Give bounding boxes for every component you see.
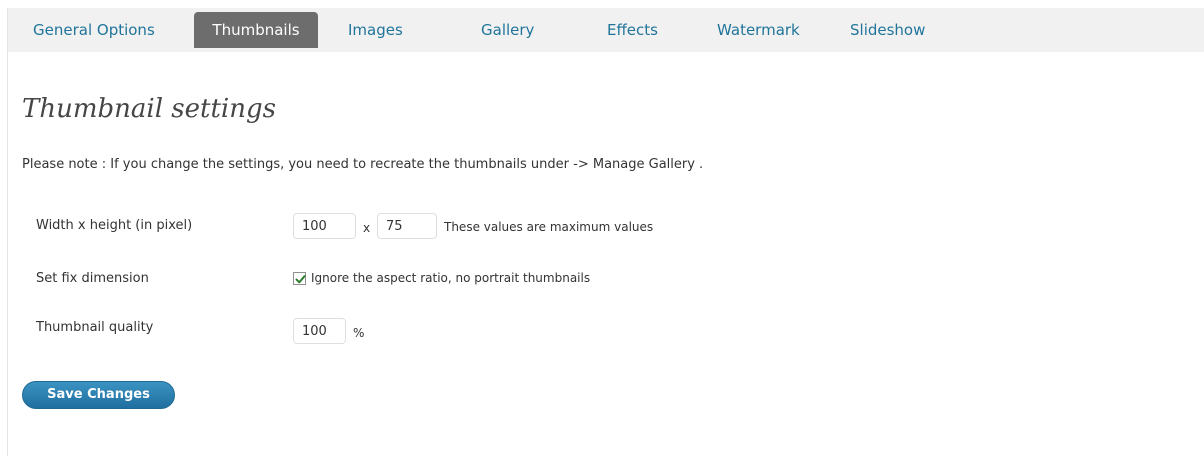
tab-general-options[interactable]: General Options bbox=[33, 12, 155, 48]
check-icon bbox=[295, 275, 306, 284]
tab-slideshow[interactable]: Slideshow bbox=[850, 12, 925, 48]
tab-thumbnails[interactable]: Thumbnails bbox=[194, 12, 318, 48]
tab-images[interactable]: Images bbox=[348, 12, 403, 48]
settings-note: Please note : If you change the settings… bbox=[22, 157, 704, 172]
fix-dimension-checkbox[interactable] bbox=[293, 272, 306, 285]
page-title: Thumbnail settings bbox=[22, 94, 276, 124]
tab-effects[interactable]: Effects bbox=[607, 12, 658, 48]
size-separator: x bbox=[363, 221, 371, 235]
fix-dimension-label: Set fix dimension bbox=[36, 271, 149, 286]
tab-bar: General Options Thumbnails Images Galler… bbox=[8, 8, 1204, 52]
height-input[interactable] bbox=[377, 213, 437, 239]
save-changes-button[interactable]: Save Changes bbox=[22, 381, 175, 409]
settings-page: General Options Thumbnails Images Galler… bbox=[0, 0, 1204, 456]
quality-unit: % bbox=[353, 326, 365, 340]
width-input[interactable] bbox=[293, 213, 356, 239]
tab-gallery[interactable]: Gallery bbox=[481, 12, 534, 48]
quality-input[interactable] bbox=[293, 318, 346, 344]
fix-dimension-checkbox-label[interactable]: Ignore the aspect ratio, no portrait thu… bbox=[311, 271, 590, 285]
tab-watermark[interactable]: Watermark bbox=[717, 12, 800, 48]
left-border bbox=[7, 8, 8, 456]
size-hint: These values are maximum values bbox=[444, 220, 654, 234]
quality-label: Thumbnail quality bbox=[36, 320, 154, 335]
size-label: Width x height (in pixel) bbox=[36, 218, 193, 233]
